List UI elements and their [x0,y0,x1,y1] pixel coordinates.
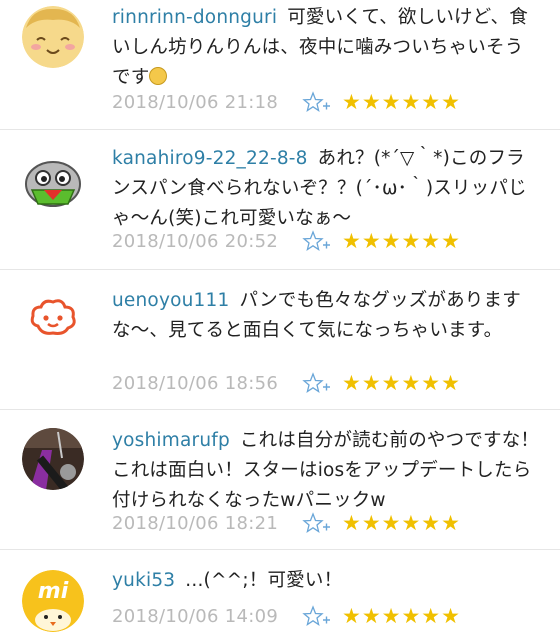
guitar-photo-avatar[interactable] [22,428,84,490]
comment-body: uenoyou111 パンでも色々なグッズがありますな〜、見てると面白くて気になっ… [112,286,542,346]
comment-body: rinnrinn-donnguri 可愛いくて、欲しいけど、食いしん坊りんりんは、… [112,3,542,93]
star-rating: ★★★★★★ [342,90,461,114]
comment-meta: 2018/10/06 21:18 ★★★★★★ [112,88,461,116]
star-rating: ★★★★★★ [342,604,461,628]
comment-item: uenoyou111 パンでも色々なグッズがありますな〜、見てると面白くて気になっ… [0,270,560,410]
star-rating: ★★★★★★ [342,511,461,535]
comment-text: ...(^^;！可愛い！ [185,570,343,591]
add-star-icon[interactable] [302,372,332,394]
comment-username[interactable]: yoshimarufp [112,430,230,451]
star-rating: ★★★★★★ [342,371,461,395]
comment-timestamp: 2018/10/06 21:18 [112,91,279,113]
face-emoji-icon [149,67,168,85]
comment-username[interactable]: yuki53 [112,570,175,591]
comment-timestamp: 2018/10/06 18:21 [112,512,279,534]
comment-timestamp: 2018/10/06 18:56 [112,372,279,394]
robot-face-avatar[interactable] [22,150,84,212]
comment-body: kanahiro9-22_22-8-8 あれ？(*´▽｀*)このフランスパン食べら… [112,144,542,234]
comment-username[interactable]: kanahiro9-22_22-8-8 [112,148,308,169]
chick-mi-avatar[interactable]: mi [22,570,84,632]
comment-item: mi yuki53 ...(^^;！可愛い！ 2018/10/06 14:09 ★… [0,550,560,640]
comment-meta: 2018/10/06 18:21 ★★★★★★ [112,509,461,537]
comment-timestamp: 2018/10/06 20:52 [112,230,279,252]
comment-body: yoshimarufp これは自分が読む前のやつですな！これは面白い！スターはio… [112,426,542,516]
svg-text:mi: mi [38,579,69,604]
add-star-icon[interactable] [302,605,332,627]
smiling-face-avatar[interactable] [22,6,84,68]
add-star-icon[interactable] [302,512,332,534]
comment-username[interactable]: uenoyou111 [112,290,229,311]
comment-meta: 2018/10/06 18:56 ★★★★★★ [112,369,461,397]
comment-item: yoshimarufp これは自分が読む前のやつですな！これは面白い！スターはio… [0,410,560,550]
comment-meta: 2018/10/06 14:09 ★★★★★★ [112,602,461,630]
cloud-face-avatar[interactable] [22,288,84,350]
comment-body: yuki53 ...(^^;！可愛い！ [112,566,542,596]
comment-timestamp: 2018/10/06 14:09 [112,605,279,627]
comment-username[interactable]: rinnrinn-donnguri [112,7,277,28]
comment-item: rinnrinn-donnguri 可愛いくて、欲しいけど、食いしん坊りんりんは、… [0,0,560,130]
add-star-icon[interactable] [302,91,332,113]
star-rating: ★★★★★★ [342,229,461,253]
comment-meta: 2018/10/06 20:52 ★★★★★★ [112,227,461,255]
comment-item: kanahiro9-22_22-8-8 あれ？(*´▽｀*)このフランスパン食べら… [0,130,560,270]
add-star-icon[interactable] [302,230,332,252]
